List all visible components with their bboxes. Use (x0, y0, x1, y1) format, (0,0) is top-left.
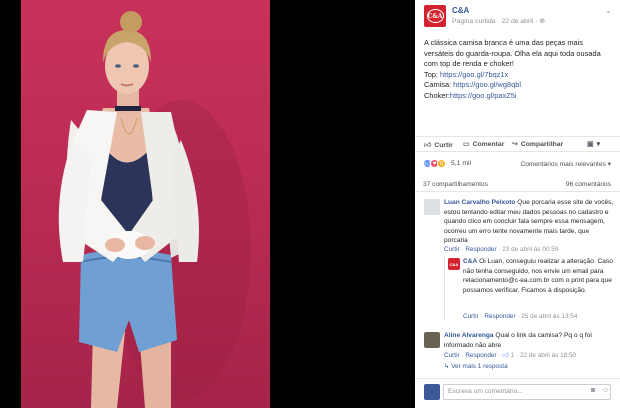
caption-line: Choker:https://goo.gl/paxZ5i (424, 91, 614, 102)
comment-time[interactable]: · 23 de abril às 00:59 (497, 246, 558, 253)
comment-body: Aline Alvarenga Qual o link da camisa? P… (444, 331, 614, 350)
comment-meta: Curtir · Responder · 👍︎ 1 · 22 de abril … (444, 352, 577, 359)
caption-line: Camisa: https://goo.gl/wg8qbl (424, 80, 614, 91)
caption-line: Top: https://goo.gl/7bqz1x (424, 70, 614, 81)
reply-thread-line (444, 257, 445, 319)
screenshot: C&A C&A Página curtida · 22 de abril · ⊕… (0, 0, 620, 408)
camera-icon[interactable]: ◙ (591, 387, 595, 394)
commenter-name[interactable]: Aline Alvarenga (444, 332, 494, 339)
caption-link[interactable]: https://goo.gl/paxZ5i (450, 91, 517, 100)
post-caption: A clássica camisa branca é uma das peças… (424, 38, 614, 101)
comment-input[interactable]: Escreva um comentário... (443, 384, 611, 400)
page-reply-avatar[interactable]: C&A (448, 258, 460, 270)
commenter-name[interactable]: Luan Carvalho Peixoto (444, 199, 515, 206)
post-side-panel: C&A C&A Página curtida · 22 de abril · ⊕… (415, 0, 620, 408)
share-count[interactable]: 37 compartilhamentos (423, 181, 488, 188)
globe-icon: ⊕ (539, 18, 545, 25)
reactions-row: 👍︎ ♥ o 5,1 mil Comentários mais relevant… (415, 158, 620, 172)
caption-label: Choker: (424, 90, 450, 100)
caret-down-icon: ▾ (607, 161, 611, 168)
page-avatar[interactable]: C&A (424, 5, 446, 27)
share-button[interactable]: ↪ Compartilhar (512, 140, 563, 148)
reply-logo: C&A (449, 261, 459, 267)
comment-count[interactable]: 96 comentários (566, 181, 611, 188)
comment-meta: Curtir · Responder · 23 de abril às 00:5… (444, 246, 559, 253)
caption-line: A clássica camisa branca é uma das peças… (424, 38, 601, 68)
caption-link[interactable]: https://goo.gl/7bqz1x (440, 70, 508, 79)
page-name-link[interactable]: C&A (452, 6, 469, 15)
reply-body: C&A Oi Luan, conseguiu realizar a altera… (463, 257, 615, 295)
view-more-label: Ver mais 1 resposta (451, 363, 508, 370)
share-label: Compartilhar (520, 141, 564, 148)
caret-down-icon: ▾ (596, 141, 601, 148)
view-more-replies[interactable]: ↳ Ver mais 1 resposta (444, 362, 508, 370)
post-timestamp: Página curtida · 22 de abril · (452, 18, 540, 25)
post-meta: Página curtida · 22 de abril · ⊕ (452, 17, 545, 25)
reply-reply-link[interactable]: Responder (484, 313, 515, 320)
comment-composer: Escreva um comentário... ◙ ☺ (415, 378, 620, 408)
post-actions-bar: 👍︎ Curtir ▭ Comentar ↪ Compartilhar ▣ ▾ (415, 136, 620, 152)
share-icon: ↪ (512, 141, 518, 148)
thumbs-up-icon: 👍︎ (424, 142, 432, 149)
post-photo[interactable] (0, 0, 415, 408)
wow-reaction-icon[interactable]: o (437, 159, 446, 168)
comment-reply-link[interactable]: Responder (465, 246, 496, 253)
like-label: Curtir (434, 142, 453, 149)
chevron-down-icon[interactable]: ⌄ (605, 6, 612, 15)
comment-like-link[interactable]: Curtir (444, 246, 460, 253)
profile-selector[interactable]: ▣ ▾ (587, 140, 600, 148)
post-stats-row: 37 compartilhamentos 96 comentários (415, 180, 620, 192)
comment-icon: ▭ (463, 141, 470, 148)
comment-body: Luan Carvalho Peixoto Que porcaria esse … (444, 198, 614, 246)
caption-link[interactable]: https://goo.gl/wg8qbl (453, 80, 521, 89)
reply-arrow-icon: ↳ (444, 363, 450, 370)
avatar-icon: ▣ (587, 141, 594, 148)
like-button[interactable]: 👍︎ Curtir (424, 140, 453, 149)
comment-button[interactable]: ▭ Comentar (463, 140, 504, 148)
commenter-avatar[interactable] (424, 199, 440, 215)
like-count-icon: 👍︎ (502, 352, 509, 359)
reply-time[interactable]: · 25 de abril às 13:54 (516, 313, 577, 320)
comment-reply-link[interactable]: Responder (465, 352, 496, 359)
user-avatar[interactable] (424, 384, 440, 400)
caption-label: Camisa: (424, 80, 454, 89)
reply-text: Oi Luan, conseguiu realizar a alteração.… (463, 258, 613, 294)
comment-sort-dropdown[interactable]: Comentários mais relevantes ▾ (520, 160, 611, 168)
reply-like-link[interactable]: Curtir (463, 313, 479, 320)
model-illustration (58, 11, 251, 408)
commenter-avatar[interactable] (424, 332, 440, 348)
emoji-icon[interactable]: ☺ (602, 387, 609, 394)
comment-like-link[interactable]: Curtir (444, 352, 460, 359)
reply-meta: Curtir · Responder · 25 de abril às 13:5… (463, 313, 578, 320)
comment-sort-label: Comentários mais relevantes (520, 161, 606, 168)
page-logo: C&A (426, 9, 444, 23)
reaction-count[interactable]: 5,1 mil (451, 160, 471, 167)
comment-label: Comentar (472, 141, 505, 148)
comment-time[interactable]: · 22 de abril às 18:50 (514, 352, 576, 359)
caption-label: Top: (424, 69, 441, 79)
reply-author-name[interactable]: C&A (463, 258, 477, 265)
